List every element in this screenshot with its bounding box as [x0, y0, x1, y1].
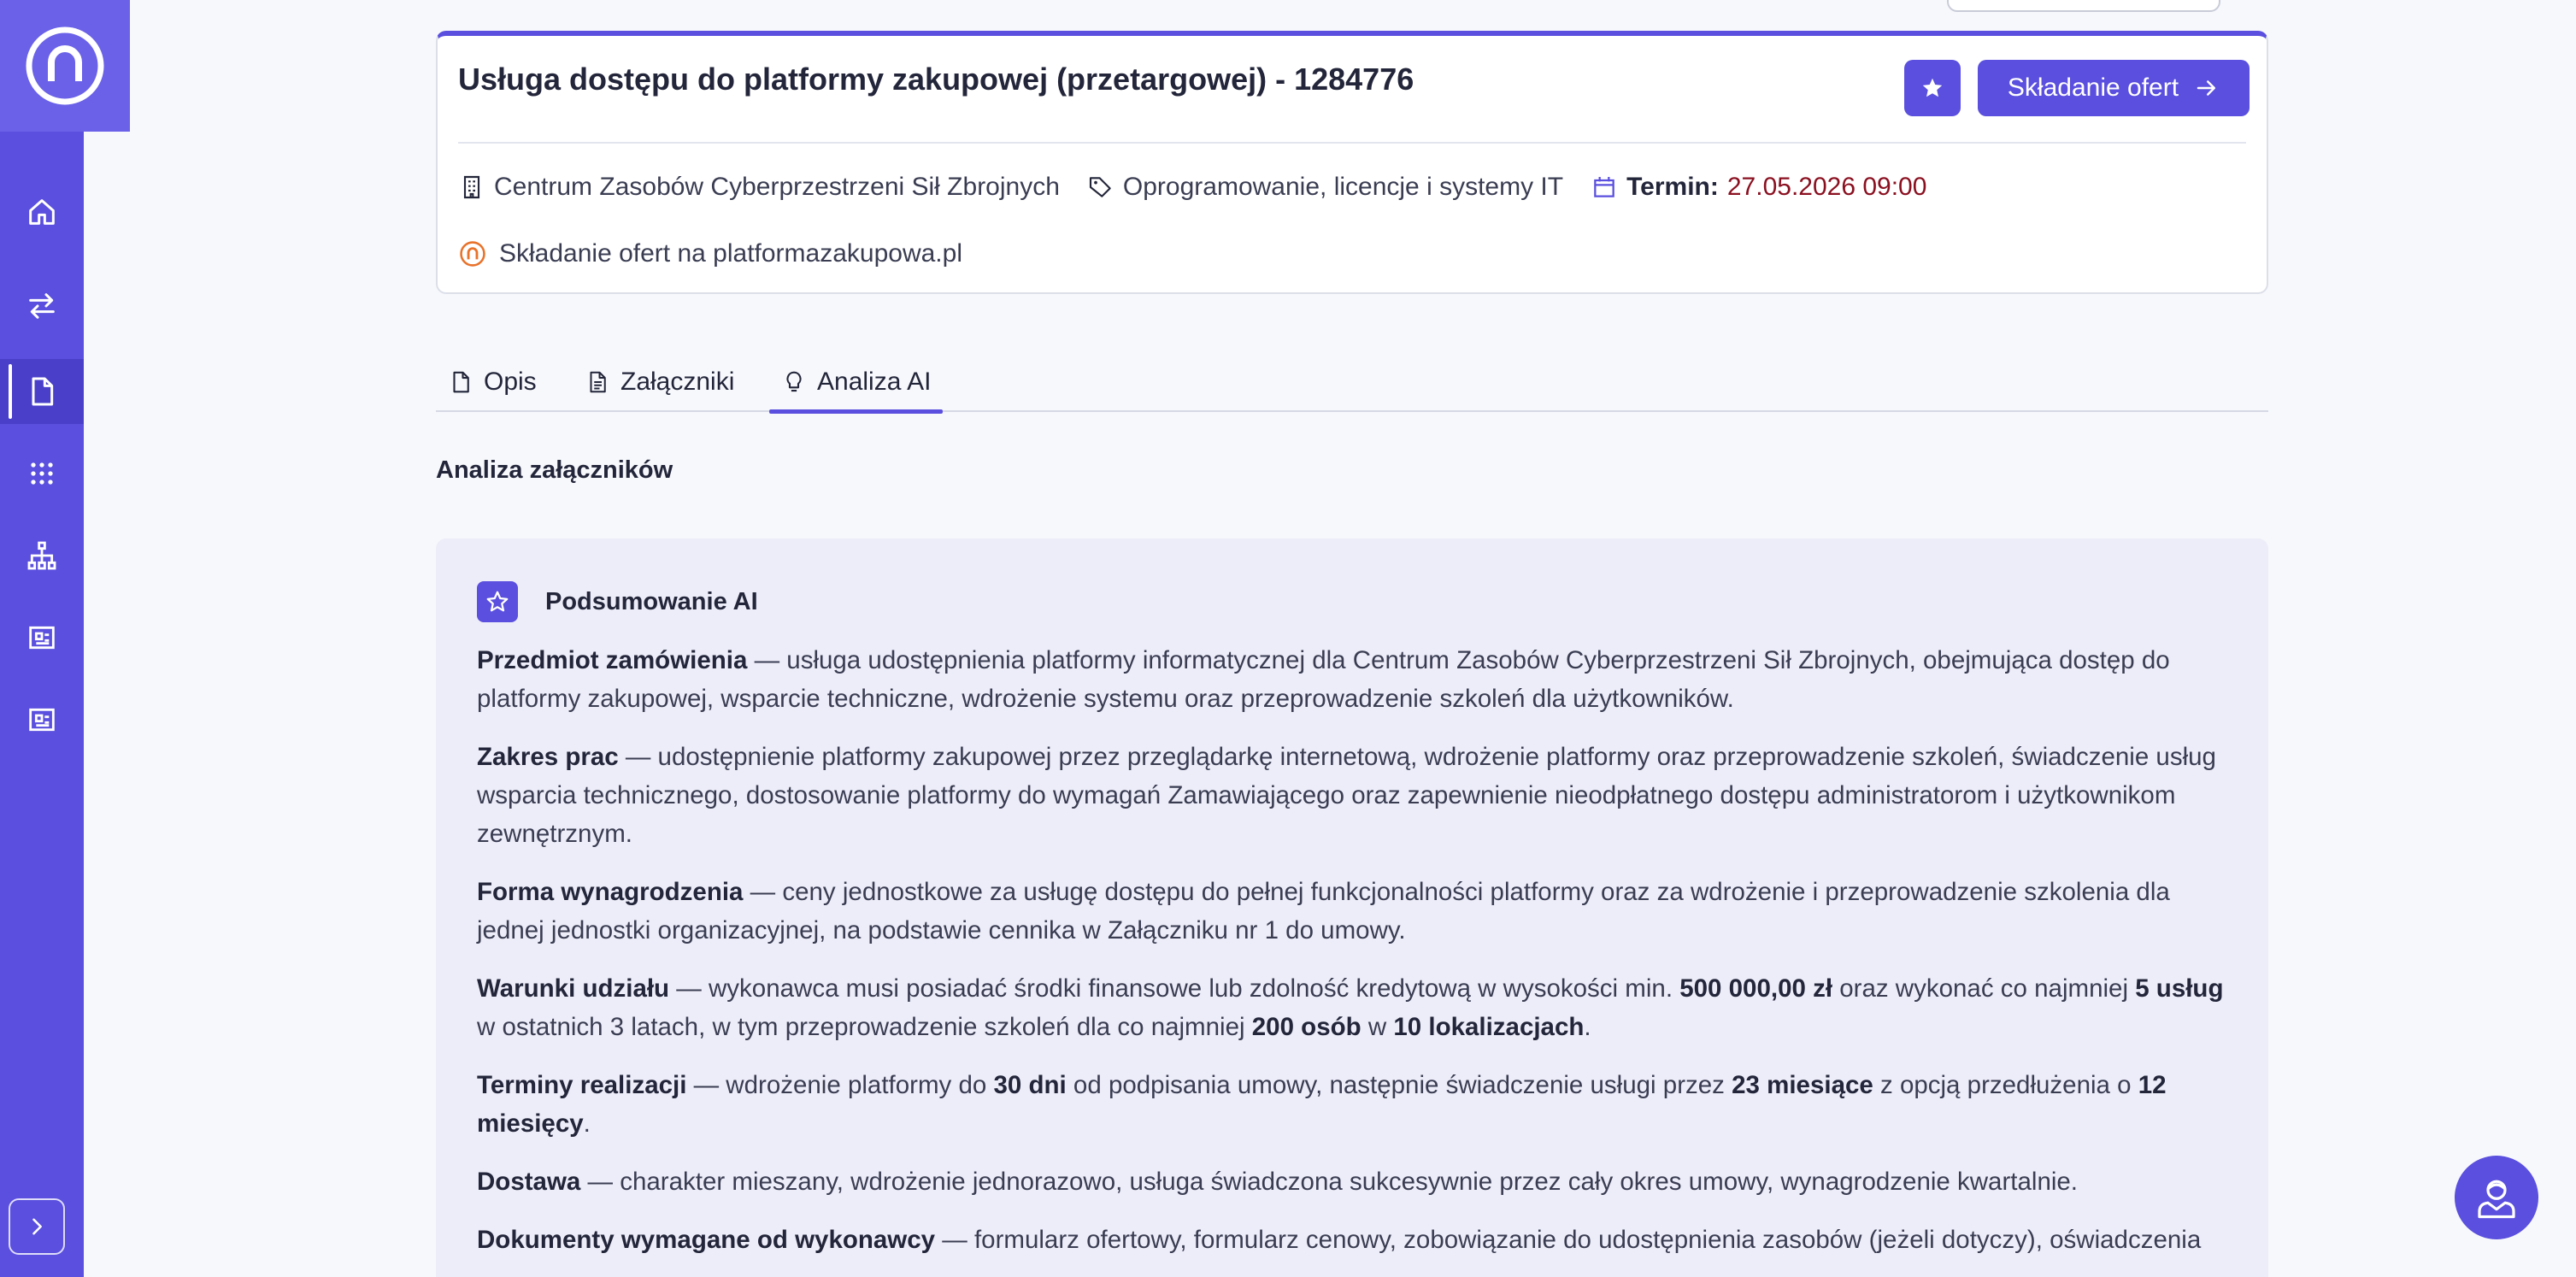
sidebar: [0, 0, 130, 1277]
header-divider: [458, 142, 2246, 144]
top-control[interactable]: [1947, 0, 2220, 12]
building-icon: [463, 175, 480, 199]
organization: Centrum Zasobów Cyberprzestrzeni Sił Zbr…: [458, 173, 1060, 202]
app-logo[interactable]: [0, 0, 130, 132]
expand-sidebar-button[interactable]: [9, 1198, 65, 1255]
board-icon: [29, 708, 55, 732]
ai-summary-body: Przedmiot zamówienia — usługa udostępnie…: [477, 641, 2229, 1277]
sitemap-icon: [27, 541, 56, 570]
tag-icon: [1089, 177, 1111, 197]
ai-summary-title: Podsumowanie AI: [545, 587, 758, 615]
ai-summary-header: Podsumowanie AI: [477, 581, 758, 622]
assistant-avatar-icon: [2478, 1180, 2515, 1219]
platform-info: Składanie ofert na platformazakupowa.pl: [458, 239, 962, 268]
tab-label: Analiza AI: [817, 368, 932, 396]
summary-paragraph: Forma wynagrodzenia — ceny jednostkowe z…: [477, 878, 2170, 945]
deadline-value: 27.05.2026 09:00: [1726, 173, 1927, 201]
sparkle-star-icon: [477, 581, 518, 622]
nav-board-1[interactable]: [0, 605, 84, 670]
tab-attachments[interactable]: Załączniki: [585, 361, 734, 403]
file-text-icon: [590, 371, 606, 393]
tab-bar: Opis Załączniki Analiza AI: [436, 345, 2268, 414]
nav-documents[interactable]: [0, 359, 84, 424]
document-icon: [32, 377, 54, 406]
grid-icon: [31, 462, 53, 485]
nav-structure[interactable]: [0, 523, 84, 588]
star-icon: [1922, 78, 1943, 97]
chevron-right-icon: [32, 1218, 42, 1235]
tender-header-card: Usługa dostępu do platformy zakupowej (p…: [436, 31, 2268, 294]
summary-paragraph: Przedmiot zamówienia — usługa udostępnie…: [477, 646, 2170, 713]
category-name: Oprogramowanie, licencje i systemy IT: [1122, 173, 1564, 201]
deadline: Termin: 27.05.2026 09:00: [1591, 173, 1926, 202]
summary-paragraph: Dokumenty wymagane od wykonawcy — formul…: [477, 1226, 2202, 1254]
ai-summary-card: Podsumowanie AI Przedmiot zamówienia — u…: [436, 538, 2268, 1277]
calendar-icon: [1594, 177, 1614, 197]
transfer-icon: [29, 293, 55, 319]
arrow-right-icon: [2197, 80, 2216, 96]
nav-transfers[interactable]: [0, 274, 84, 338]
tab-label: Opis: [484, 368, 537, 396]
nav-apps[interactable]: [0, 441, 84, 506]
platform-text: Składanie ofert na platformazakupowa.pl: [499, 239, 962, 268]
summary-paragraph: Warunki udziału — wykonawca musi posiada…: [477, 974, 2224, 1041]
submit-offer-button[interactable]: Składanie ofert: [1978, 60, 2250, 116]
file-icon: [453, 371, 469, 393]
home-icon: [29, 199, 55, 225]
summary-paragraph: Dostawa — charakter mieszany, wdrożenie …: [477, 1168, 2079, 1196]
category: Oprogramowanie, licencje i systemy IT: [1087, 173, 1563, 202]
platform-logo-icon: [460, 241, 485, 267]
tab-label: Załączniki: [620, 368, 735, 396]
deadline-label: Termin:: [1626, 173, 1719, 201]
tab-ai-analysis[interactable]: Analiza AI: [768, 361, 944, 414]
logo-icon: [26, 26, 104, 105]
submit-offer-label: Składanie ofert: [2007, 74, 2179, 102]
board-icon: [29, 626, 55, 650]
summary-paragraph: Zakres prac — udostępnienie platformy za…: [477, 743, 2216, 848]
summary-paragraph: Terminy realizacji — wdrożenie platformy…: [477, 1071, 2167, 1138]
assistant-chat-button[interactable]: [2455, 1156, 2538, 1239]
nav-board-2[interactable]: [0, 687, 84, 752]
tender-meta: Centrum Zasobów Cyberprzestrzeni Sił Zbr…: [458, 173, 1954, 202]
nav-home[interactable]: [0, 179, 84, 244]
section-title: Analiza załączników: [436, 456, 673, 484]
page-title: Usługa dostępu do platformy zakupowej (p…: [458, 62, 1414, 97]
favorite-button[interactable]: [1904, 60, 1961, 116]
lightbulb-icon: [786, 371, 802, 392]
organization-name: Centrum Zasobów Cyberprzestrzeni Sił Zbr…: [494, 173, 1060, 201]
tab-description[interactable]: Opis: [448, 361, 537, 403]
